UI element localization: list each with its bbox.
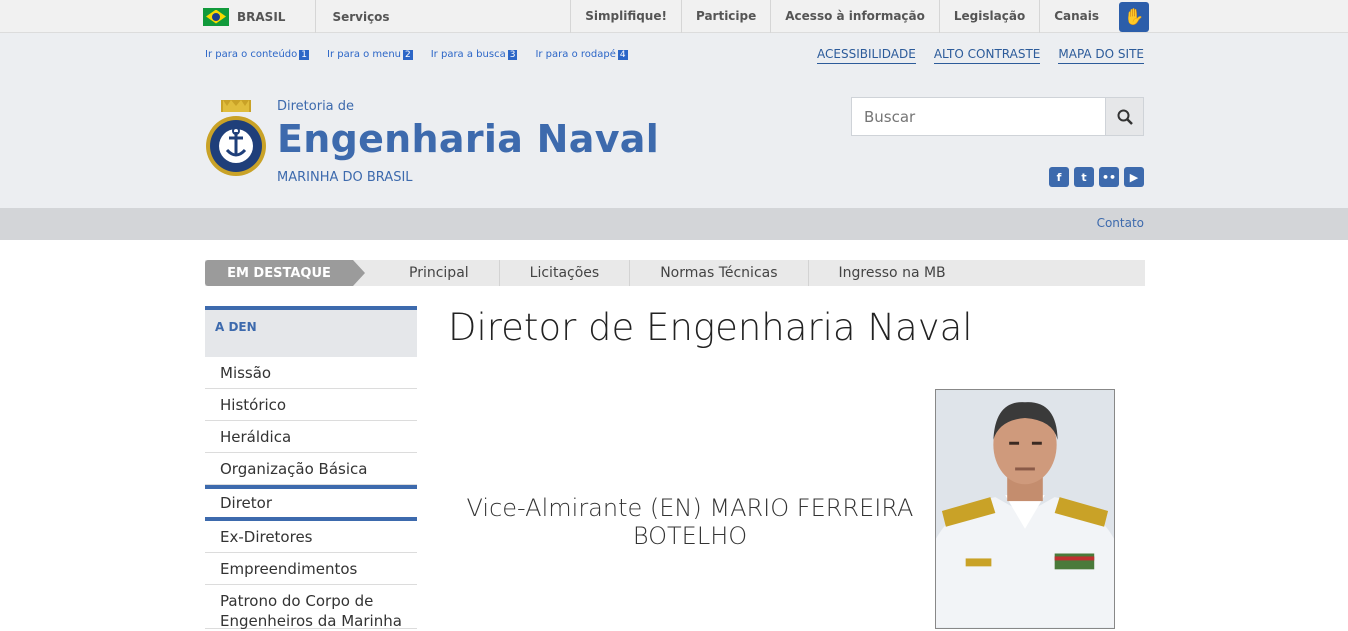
skip-link-footer[interactable]: Ir para o rodapé 4 [535, 49, 628, 60]
search-icon [1117, 109, 1133, 125]
sidebar-item-historico[interactable]: Histórico [205, 389, 417, 421]
navy-emblem-logo[interactable] [205, 100, 267, 182]
facebook-icon[interactable]: f [1049, 167, 1069, 187]
gov-link-canais[interactable]: Canais [1039, 0, 1113, 33]
brasil-link[interactable]: BRASIL [237, 10, 285, 24]
flickr-icon[interactable]: •• [1099, 167, 1119, 187]
skip-link-search[interactable]: Ir para a busca 3 [431, 49, 518, 60]
search-button[interactable] [1105, 98, 1143, 135]
gov-link-acesso[interactable]: Acesso à informação [770, 0, 939, 33]
skip-links: Ir para o conteúdo 1 Ir para o menu 2 Ir p… [205, 49, 628, 60]
gov-bar: BRASIL Serviços Simplifique! Participe A… [0, 0, 1348, 33]
sidebar-item-empreendimentos[interactable]: Empreendimentos [205, 553, 417, 585]
libras-icon[interactable]: ✋ [1119, 1, 1149, 32]
youtube-icon[interactable]: ▶ [1124, 167, 1144, 187]
brazil-flag-icon [203, 7, 229, 26]
gov-link-participe[interactable]: Participe [680, 0, 770, 33]
org-subtitle: MARINHA DO BRASIL [277, 170, 413, 185]
sidebar-item-diretor[interactable]: Diretor [205, 485, 417, 521]
twitter-icon[interactable]: t [1074, 167, 1094, 187]
main-nav: EM DESTAQUE Principal Licitações Normas … [205, 260, 1145, 286]
nav-item-licitacoes[interactable]: Licitações [500, 260, 631, 286]
site-title[interactable]: Engenharia Naval [277, 117, 659, 161]
search-box [851, 97, 1144, 136]
gov-link-legislacao[interactable]: Legislação [938, 0, 1039, 33]
site-map-link[interactable]: MAPA DO SITE [1058, 47, 1144, 64]
high-contrast-link[interactable]: ALTO CONTRASTE [933, 47, 1041, 64]
nav-highlight-label: EM DESTAQUE [205, 260, 365, 286]
nav-item-ingresso[interactable]: Ingresso na MB [809, 260, 976, 286]
sidebar-item-heraldica[interactable]: Heráldica [205, 421, 417, 453]
nav-item-normas[interactable]: Normas Técnicas [630, 260, 809, 286]
accessibility-links: ACESSIBILIDADE ALTO CONTRASTE MAPA DO SI… [817, 47, 1144, 64]
accessibility-link[interactable]: ACESSIBILIDADE [817, 47, 916, 64]
nav-item-principal[interactable]: Principal [379, 260, 500, 286]
skip-link-content[interactable]: Ir para o conteúdo 1 [205, 49, 309, 60]
sidebar-item-missao[interactable]: Missão [205, 357, 417, 389]
director-photo [935, 389, 1115, 629]
sidebar-item-patrono[interactable]: Patrono do Corpo de Engenheiros da Marin… [205, 585, 417, 630]
gov-link-simplifique[interactable]: Simplifique! [570, 0, 681, 33]
site-header: Ir para o conteúdo 1 Ir para o menu 2 Ir p… [0, 33, 1348, 208]
servicos-link[interactable]: Serviços [316, 10, 405, 24]
director-name: Vice-Almirante (EN) MARIO FERREIRA BOTEL… [466, 494, 914, 550]
contact-bar: Contato [0, 208, 1348, 240]
contact-link[interactable]: Contato [1097, 216, 1144, 230]
social-links: f t •• ▶ [1049, 167, 1144, 187]
page-title: Diretor de Engenharia Naval [448, 306, 973, 349]
org-prefix: Diretoria de [277, 99, 355, 114]
sidebar-menu: A DEN Missão Histórico Heráldica Organiz… [205, 306, 417, 630]
sidebar-item-organizacao[interactable]: Organização Básica [205, 453, 417, 485]
sidebar-item-ex-diretores[interactable]: Ex-Diretores [205, 521, 417, 553]
skip-link-menu[interactable]: Ir para o menu 2 [327, 49, 413, 60]
sidebar-heading: A DEN [205, 306, 417, 357]
search-input[interactable] [852, 98, 1105, 135]
